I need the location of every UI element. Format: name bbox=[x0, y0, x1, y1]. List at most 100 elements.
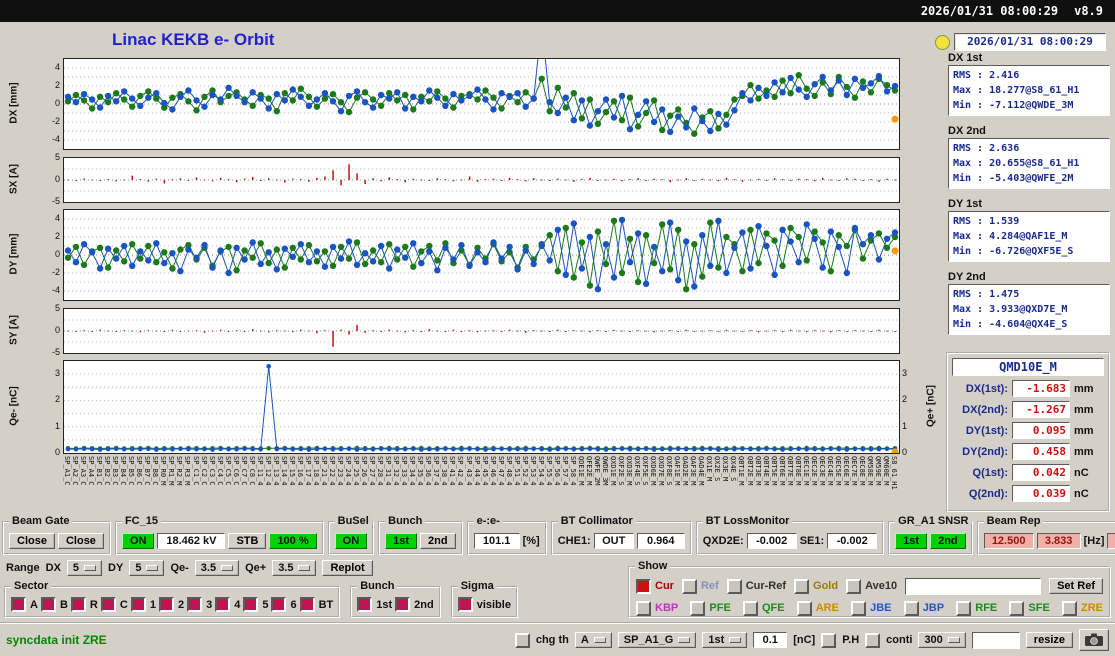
show-group2-toggle-jbp[interactable]: JBP bbox=[904, 601, 944, 616]
snapshot-button[interactable] bbox=[1079, 629, 1109, 651]
resize-button[interactable]: resize bbox=[1026, 632, 1073, 648]
checkbox-box bbox=[956, 601, 971, 616]
show-toggle-ref[interactable]: Ref bbox=[682, 579, 719, 594]
on-indicator[interactable]: ON bbox=[335, 533, 368, 549]
sector-checkbox-4[interactable]: 4 bbox=[215, 597, 240, 612]
threshold-field[interactable]: 0.1 bbox=[753, 632, 787, 648]
bpm-label: QXF8E_S bbox=[665, 456, 673, 486]
replot-button[interactable]: Replot bbox=[322, 560, 372, 576]
show-toggle-cur[interactable]: Cur bbox=[636, 579, 674, 594]
show-group2-toggle-jbe[interactable]: JBE bbox=[851, 601, 891, 616]
sector-select[interactable]: A bbox=[575, 632, 612, 648]
conti-checkbox[interactable] bbox=[865, 633, 880, 648]
show-group2-toggle-sfe[interactable]: SFE bbox=[1009, 601, 1049, 616]
orbit-application-window: 2026/01/31 08:00:29 v8.9 Linac KEKB e- O… bbox=[0, 0, 1115, 656]
12-500-readback: 12.500 bbox=[984, 533, 1034, 549]
bpm-label: SP_B2_C bbox=[103, 456, 111, 486]
option-menu-indicator bbox=[729, 637, 741, 643]
show-group2-toggle-qfe[interactable]: QFE bbox=[743, 601, 785, 616]
panel-beam-gate: Beam GateCloseClose bbox=[2, 521, 111, 555]
2nd-indicator[interactable]: 2nd bbox=[930, 533, 966, 549]
bpm-label: SP_C1_C bbox=[192, 456, 200, 486]
dx-chart[interactable] bbox=[63, 58, 900, 150]
bpm-label: SP_18_4 bbox=[312, 456, 320, 486]
sector-checkbox-a[interactable]: A bbox=[11, 597, 38, 612]
show-group2-toggle-kbp[interactable]: KBP bbox=[636, 601, 678, 616]
bpm-label: S8_61_H1 bbox=[890, 456, 898, 490]
interval-select[interactable]: 300 bbox=[918, 632, 965, 648]
show-group2-toggle-rfe[interactable]: RFE bbox=[956, 601, 997, 616]
sx-axis-label: SX [A] bbox=[9, 164, 20, 194]
bunch-checkbox-1st[interactable]: 1st bbox=[357, 597, 392, 612]
on-indicator[interactable]: ON bbox=[122, 533, 155, 549]
x-label: [%] bbox=[523, 535, 540, 547]
interval-extra-field[interactable] bbox=[972, 632, 1020, 649]
show-group2-toggle-pfe[interactable]: PFE bbox=[690, 601, 730, 616]
2nd-button[interactable]: 2nd bbox=[420, 533, 456, 549]
sector-checkbox-r[interactable]: R bbox=[71, 597, 98, 612]
axis-tick: 4 bbox=[34, 62, 60, 72]
bpm-label: SP_47_4 bbox=[497, 456, 505, 486]
sector-checkbox-6[interactable]: 6 bbox=[271, 597, 296, 612]
ph-checkbox[interactable] bbox=[821, 633, 836, 648]
stat-group-title: DX 1st bbox=[948, 52, 1110, 64]
checkbox-label: 5 bbox=[262, 599, 268, 611]
checkbox-box bbox=[1062, 601, 1077, 616]
sector-checkbox-1[interactable]: 1 bbox=[131, 597, 156, 612]
bpm-label: SP_43_4 bbox=[465, 456, 473, 486]
sx-chart[interactable] bbox=[63, 157, 900, 203]
sector-checkbox-b[interactable]: B bbox=[41, 597, 68, 612]
show-toggle-gold[interactable]: Gold bbox=[794, 579, 838, 594]
bpm-label: SP_B4_C bbox=[119, 456, 127, 486]
range-label: Range bbox=[6, 562, 40, 574]
show-row-1: Cur Ref Cur-Ref Gold Ave10 Set Ref bbox=[636, 576, 1103, 596]
100-indicator[interactable]: 100 % bbox=[269, 533, 316, 549]
option-5[interactable]: 5 bbox=[67, 560, 102, 576]
show-group2-toggle-zre[interactable]: ZRE bbox=[1062, 601, 1103, 616]
stat-row-max: Max : 4.284@QAF1E_M bbox=[953, 229, 1105, 244]
sector-checkbox-bt[interactable]: BT bbox=[300, 597, 334, 612]
bpm-label: SP_B5_C bbox=[127, 456, 135, 486]
stb-button[interactable]: STB bbox=[228, 533, 266, 549]
monitor-select[interactable]: SP_A1_G bbox=[618, 632, 697, 648]
sector-checkbox-c[interactable]: C bbox=[101, 597, 128, 612]
checkbox-label: visible bbox=[477, 599, 511, 611]
option-3-5[interactable]: 3.5 bbox=[272, 560, 316, 576]
option-menu-indicator bbox=[84, 565, 96, 571]
status-lamp-icon bbox=[935, 35, 950, 50]
ref-file-input[interactable] bbox=[905, 578, 1041, 595]
sy-chart[interactable] bbox=[63, 308, 900, 354]
stat-values-box: RMS : 2.416Max : 18.277@S8_61_H1Min : -7… bbox=[948, 65, 1110, 116]
1st-indicator[interactable]: 1st bbox=[385, 533, 417, 549]
set-ref-button[interactable]: Set Ref bbox=[1049, 578, 1103, 594]
bpm-label: SP_14_4 bbox=[280, 456, 288, 486]
close-button[interactable]: Close bbox=[9, 533, 55, 549]
sector-checkbox-3[interactable]: 3 bbox=[187, 597, 212, 612]
close-button[interactable]: Close bbox=[58, 533, 104, 549]
bpm-label: QAD2E_M bbox=[681, 456, 689, 486]
sector-checkbox-5[interactable]: 5 bbox=[243, 597, 268, 612]
show-toggle-ave10[interactable]: Ave10 bbox=[846, 579, 897, 594]
option-5[interactable]: 5 bbox=[129, 560, 164, 576]
chg-th-checkbox[interactable] bbox=[515, 633, 530, 648]
dy-chart[interactable] bbox=[63, 209, 900, 301]
sigma-checkbox-visible[interactable]: visible bbox=[458, 597, 511, 612]
toggle-label: Ave10 bbox=[865, 580, 897, 592]
show-group2-toggle-are[interactable]: ARE bbox=[797, 601, 839, 616]
checkbox-box bbox=[71, 597, 86, 612]
bunch-checkbox-2nd[interactable]: 2nd bbox=[395, 597, 434, 612]
qe-chart[interactable] bbox=[63, 360, 900, 454]
ph-label: P.H bbox=[842, 634, 859, 646]
checkbox-box bbox=[636, 601, 651, 616]
show-toggle-cur-ref[interactable]: Cur-Ref bbox=[727, 579, 786, 594]
toggle-label: Cur-Ref bbox=[746, 580, 786, 592]
bpm-label: QBT1E_M bbox=[737, 456, 745, 486]
checkbox-label: A bbox=[30, 599, 38, 611]
sector-checkbox-2[interactable]: 2 bbox=[159, 597, 184, 612]
bpm-label: SP_B3_C bbox=[111, 456, 119, 486]
axis-tick: 0 bbox=[34, 98, 60, 108]
bunch-select[interactable]: 1st bbox=[702, 632, 747, 648]
1st-indicator[interactable]: 1st bbox=[895, 533, 927, 549]
checkbox-box bbox=[41, 597, 56, 612]
option-3-5[interactable]: 3.5 bbox=[195, 560, 239, 576]
